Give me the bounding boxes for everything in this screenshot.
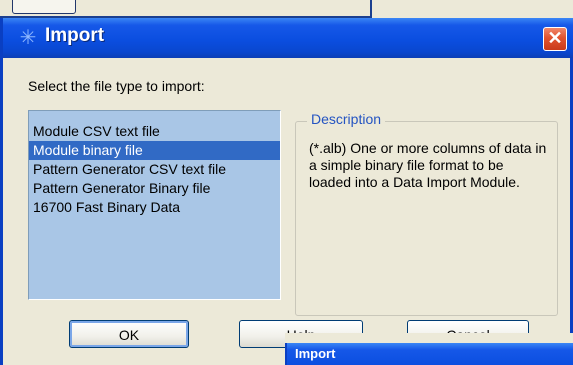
app-logo-icon: ✳ [19,27,37,49]
file-type-list[interactable]: Module CSV text file Module binary file … [28,110,281,300]
dialog-title: Import [45,25,105,46]
dialog-titlebar[interactable]: ✳ Import ✕ [3,18,573,58]
screen: ✳ Import ✕ Select the file type to impor… [0,0,573,365]
description-text: (*.alb) One or more columns of data in a… [309,140,547,190]
file-type-prompt: Select the file type to import: [28,78,205,94]
close-icon: ✕ [547,28,563,48]
import-dialog: ✳ Import ✕ Select the file type to impor… [0,18,573,365]
description-legend: Description [307,111,386,127]
list-item-pattern-generator-binary[interactable]: Pattern Generator Binary file [29,179,280,198]
list-item-module-binary[interactable]: Module binary file [29,141,280,160]
description-group: Description (*.alb) One or more columns … [295,111,558,316]
background-window-button[interactable] [12,0,76,14]
second-window-titlebar[interactable]: Import [285,343,573,365]
second-window-title: Import [295,346,336,361]
close-button[interactable]: ✕ [543,27,567,51]
background-window [0,0,372,18]
list-item-module-csv[interactable]: Module CSV text file [29,122,280,141]
ok-button[interactable]: OK [69,320,189,348]
list-item-16700-fast-binary[interactable]: 16700 Fast Binary Data [29,198,280,217]
second-import-window: Import [285,333,573,365]
list-item-pattern-generator-csv[interactable]: Pattern Generator CSV text file [29,160,280,179]
